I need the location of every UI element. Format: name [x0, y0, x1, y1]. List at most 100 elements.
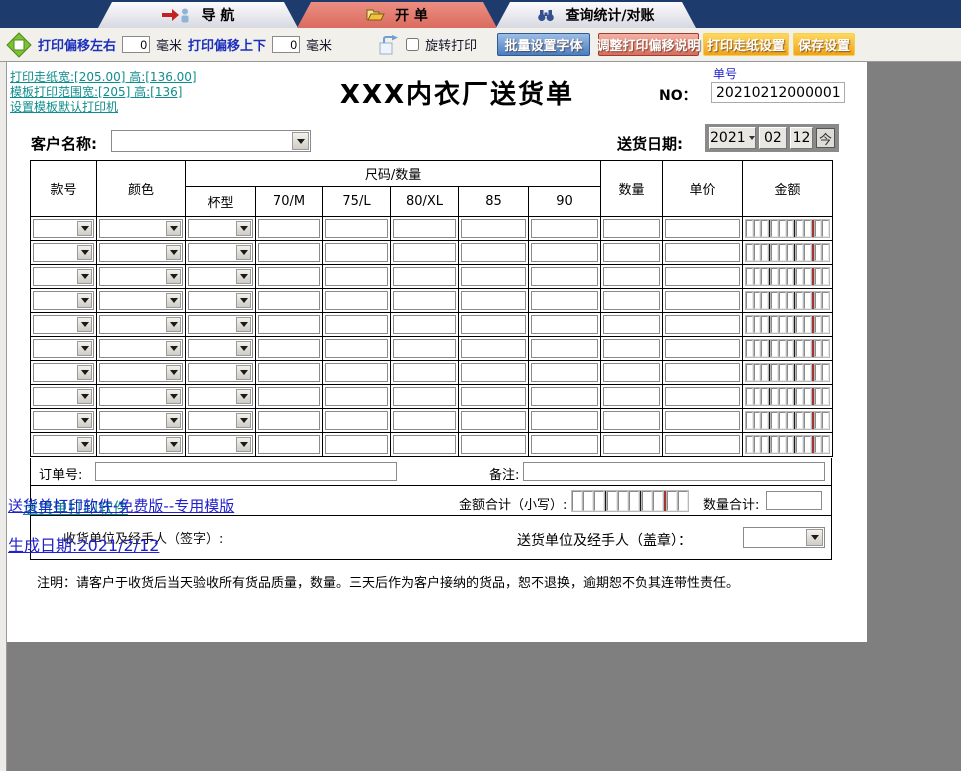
size-80xl-input[interactable]: [393, 363, 456, 382]
chevron-down-icon[interactable]: [236, 245, 251, 260]
chevron-down-icon[interactable]: [166, 389, 181, 404]
default-printer-link[interactable]: 设置模板默认打印机: [10, 98, 118, 115]
price-input[interactable]: [665, 339, 740, 358]
style-no-select[interactable]: [33, 411, 94, 430]
size-75l-input[interactable]: [325, 243, 388, 262]
size-75l-input[interactable]: [325, 387, 388, 406]
qty-input[interactable]: [603, 339, 660, 358]
size-85-input[interactable]: [461, 339, 526, 358]
price-input[interactable]: [665, 387, 740, 406]
chevron-down-icon[interactable]: [77, 221, 92, 236]
style-no-select[interactable]: [33, 363, 94, 382]
style-no-select[interactable]: [33, 435, 94, 454]
qty-input[interactable]: [603, 387, 660, 406]
chevron-down-icon[interactable]: [77, 365, 92, 380]
today-button[interactable]: 今: [816, 128, 835, 148]
size-75l-input[interactable]: [325, 219, 388, 238]
date-year-select[interactable]: 2021: [709, 127, 756, 149]
size-90-input[interactable]: [531, 435, 598, 454]
size-70m-input[interactable]: [258, 291, 320, 310]
chevron-down-icon[interactable]: [236, 317, 251, 332]
size-90-input[interactable]: [531, 315, 598, 334]
size-80xl-input[interactable]: [393, 267, 456, 286]
chevron-down-icon[interactable]: [236, 413, 251, 428]
size-90-input[interactable]: [531, 291, 598, 310]
size-85-input[interactable]: [461, 243, 526, 262]
size-90-input[interactable]: [531, 267, 598, 286]
chevron-down-icon[interactable]: [236, 365, 251, 380]
chevron-down-icon[interactable]: [77, 269, 92, 284]
size-85-input[interactable]: [461, 291, 526, 310]
size-75l-input[interactable]: [325, 339, 388, 358]
size-70m-input[interactable]: [258, 363, 320, 382]
chevron-down-icon[interactable]: [236, 269, 251, 284]
order-no-input[interactable]: [711, 82, 845, 103]
sender-select[interactable]: [743, 527, 825, 548]
color-select[interactable]: [99, 291, 183, 310]
print-offset-ud-input[interactable]: [272, 36, 300, 53]
cup-type-select[interactable]: [188, 291, 253, 310]
paper-feed-settings-button[interactable]: 打印走纸设置: [703, 33, 789, 56]
tab-query-stats[interactable]: 查询统计/对账: [496, 2, 696, 28]
color-select[interactable]: [99, 363, 183, 382]
size-85-input[interactable]: [461, 315, 526, 334]
size-70m-input[interactable]: [258, 315, 320, 334]
chevron-down-icon[interactable]: [236, 341, 251, 356]
chevron-down-icon[interactable]: [166, 437, 181, 452]
chevron-down-icon[interactable]: [77, 389, 92, 404]
color-select[interactable]: [99, 387, 183, 406]
remark-input[interactable]: [523, 462, 825, 481]
color-select[interactable]: [99, 219, 183, 238]
chevron-down-icon[interactable]: [236, 437, 251, 452]
software-watermark-blue-link[interactable]: 送货单打印软件-免费版--专用模版: [8, 495, 234, 516]
chevron-down-icon[interactable]: [77, 413, 92, 428]
chevron-down-icon[interactable]: [166, 221, 181, 236]
qty-input[interactable]: [603, 315, 660, 334]
style-no-select[interactable]: [33, 243, 94, 262]
size-70m-input[interactable]: [258, 387, 320, 406]
size-80xl-input[interactable]: [393, 387, 456, 406]
rotate-print-checkbox[interactable]: [406, 38, 419, 51]
chevron-down-icon[interactable]: [77, 293, 92, 308]
qty-input[interactable]: [603, 219, 660, 238]
chevron-down-icon[interactable]: [77, 317, 92, 332]
customer-name-select[interactable]: [111, 130, 311, 152]
color-select[interactable]: [99, 339, 183, 358]
size-85-input[interactable]: [461, 387, 526, 406]
price-input[interactable]: [665, 315, 740, 334]
size-80xl-input[interactable]: [393, 243, 456, 262]
chevron-down-icon[interactable]: [236, 221, 251, 236]
price-input[interactable]: [665, 267, 740, 286]
size-80xl-input[interactable]: [393, 291, 456, 310]
size-90-input[interactable]: [531, 243, 598, 262]
chevron-down-icon[interactable]: [806, 529, 823, 546]
size-70m-input[interactable]: [258, 267, 320, 286]
color-select[interactable]: [99, 411, 183, 430]
chevron-down-icon[interactable]: [77, 245, 92, 260]
size-70m-input[interactable]: [258, 435, 320, 454]
price-input[interactable]: [665, 243, 740, 262]
color-select[interactable]: [99, 267, 183, 286]
qty-input[interactable]: [603, 363, 660, 382]
qty-total-input[interactable]: [766, 491, 822, 510]
tab-navigation[interactable]: 导 航: [98, 2, 298, 28]
size-80xl-input[interactable]: [393, 315, 456, 334]
price-input[interactable]: [665, 411, 740, 430]
size-70m-input[interactable]: [258, 411, 320, 430]
qty-input[interactable]: [603, 243, 660, 262]
cup-type-select[interactable]: [188, 219, 253, 238]
chevron-down-icon[interactable]: [166, 269, 181, 284]
size-85-input[interactable]: [461, 435, 526, 454]
price-input[interactable]: [665, 435, 740, 454]
qty-input[interactable]: [603, 291, 660, 310]
cup-type-select[interactable]: [188, 243, 253, 262]
chevron-down-icon[interactable]: [292, 132, 309, 150]
generated-date-link[interactable]: 生成日期:2021/2/12: [8, 532, 159, 556]
size-75l-input[interactable]: [325, 267, 388, 286]
size-70m-input[interactable]: [258, 219, 320, 238]
cup-type-select[interactable]: [188, 435, 253, 454]
chevron-down-icon[interactable]: [77, 437, 92, 452]
chevron-down-icon[interactable]: [166, 413, 181, 428]
cup-type-select[interactable]: [188, 315, 253, 334]
style-no-select[interactable]: [33, 387, 94, 406]
